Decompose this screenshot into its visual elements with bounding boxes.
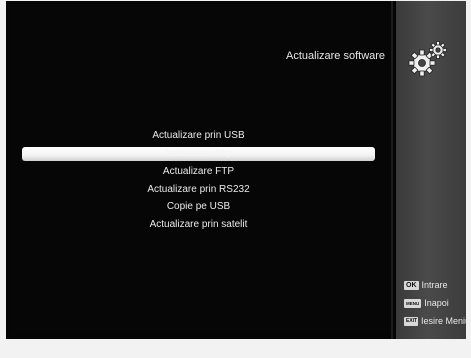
legend-exit-label: Iesire Meniu — [420, 316, 470, 326]
legend-ok: OK Intrare — [404, 278, 470, 292]
tv-screen: Actualizare software Actualizare prin US… — [6, 1, 470, 339]
gear-icon — [408, 41, 447, 77]
legend-menu: MENU Inapoi — [404, 296, 470, 310]
legend-menu-label: Inapoi — [424, 298, 449, 308]
menu-key-icon: MENU — [404, 298, 422, 308]
page-title: Actualizare software — [286, 50, 386, 62]
legend-ok-label: Intrare — [421, 280, 448, 290]
menu-item-http-update[interactable]: Actualizare http — [22, 146, 375, 161]
menu-item-copy-to-usb[interactable]: Copie pe USB — [24, 198, 373, 216]
menu-item-satellite-update[interactable]: Actualizare prin satelit — [24, 216, 373, 234]
menu-item-usb-update[interactable]: Actualizare prin USB — [24, 127, 373, 145]
exit-key-icon: EXIT — [404, 316, 418, 326]
ok-key-icon: OK — [404, 280, 419, 290]
menu-item-ftp-update[interactable]: Actualizare FTP — [24, 163, 373, 181]
panel-divider — [391, 1, 393, 339]
software-update-menu: Actualizare prin USB Actualizare http Ac… — [22, 127, 375, 234]
menu-item-rs232-update[interactable]: Actualizare prin RS232 — [24, 181, 373, 199]
legend-exit: EXIT Iesire Meniu — [404, 314, 470, 328]
